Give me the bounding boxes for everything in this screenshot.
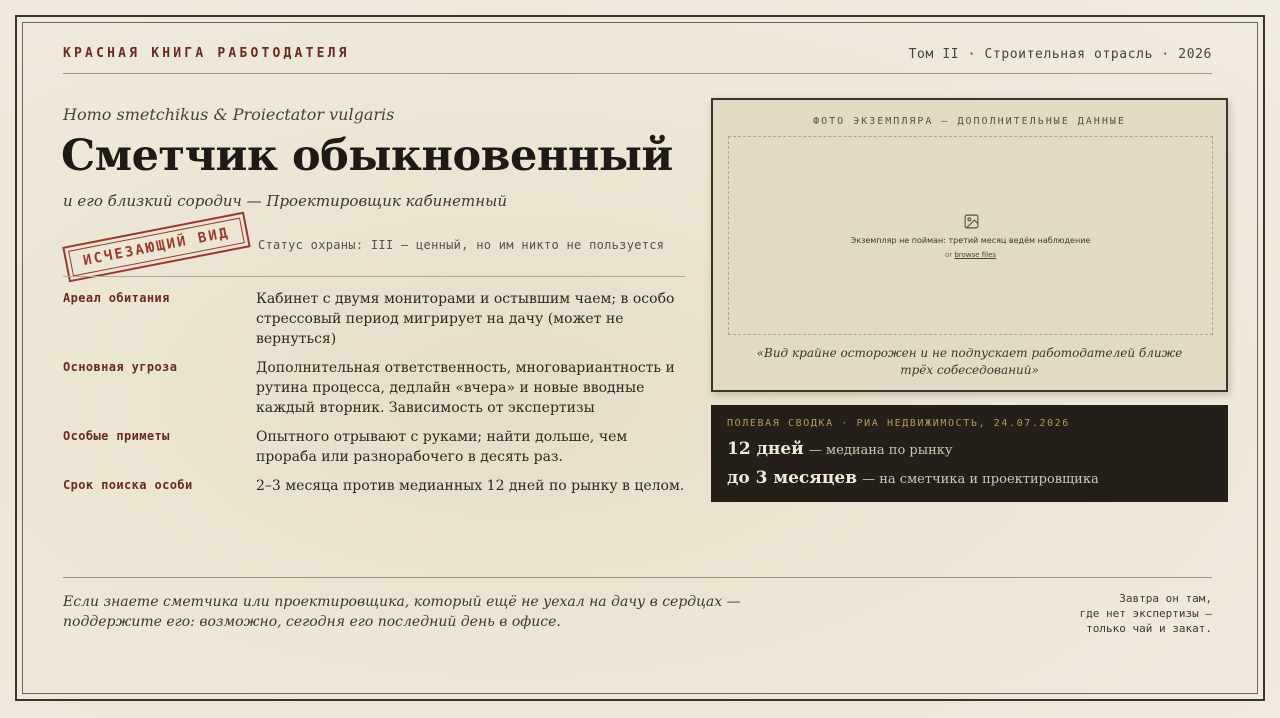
footer-verse-line: где нет экспертизы — bbox=[1079, 607, 1212, 620]
facts-list: Ареал обитания Кабинет с двумя мониторам… bbox=[63, 289, 688, 505]
dropzone-or-line: or browse files bbox=[729, 251, 1212, 259]
fact-text: Кабинет с двумя мониторами и остывшим ча… bbox=[256, 291, 675, 347]
footer-appeal: Если знаете сметчика или проектировщика,… bbox=[63, 594, 741, 630]
fact-label: Ареал обитания bbox=[63, 291, 170, 305]
fact-label: Основная угроза bbox=[63, 360, 178, 374]
footer-divider bbox=[63, 577, 1212, 578]
footer-verse-line: только чай и закат. bbox=[1086, 622, 1212, 635]
specimen-photo-panel: ФОТО ЭКЗЕМПЛЯРА — ДОПОЛНИТЕЛЬНЫЕ ДАННЫЕ … bbox=[711, 98, 1228, 392]
fact-text: Дополнительная ответственность, многовар… bbox=[256, 360, 675, 416]
protection-status: Статус охраны: III — ценный, но им никто… bbox=[258, 238, 665, 252]
footer-verse-line: Завтра он там, bbox=[1119, 592, 1212, 605]
latin-name: Homo smetchikus & Proiectator vulgaris bbox=[63, 105, 395, 124]
field-report-row: до 3 месяцев — на сметчика и проектировщ… bbox=[727, 468, 1099, 488]
page-subtitle: и его близкий сородич — Проектировщик ка… bbox=[63, 192, 508, 210]
field-report-value: до 3 месяцев bbox=[727, 468, 858, 488]
header-divider bbox=[63, 73, 1212, 74]
fact-row: Ареал обитания Кабинет с двумя мониторам… bbox=[63, 289, 688, 349]
browse-files-link[interactable]: browse files bbox=[954, 251, 996, 259]
fact-label: Срок поиска особи bbox=[63, 478, 193, 492]
fact-row: Срок поиска особи 2–3 месяца против меди… bbox=[63, 476, 688, 496]
image-icon bbox=[964, 214, 979, 229]
fact-text: 2–3 месяца против медианных 12 дней по р… bbox=[256, 478, 685, 494]
photo-dropzone[interactable]: Экземпляр не пойман: третий месяц ведём … bbox=[728, 136, 1213, 335]
field-report-value: 12 дней bbox=[727, 439, 804, 459]
field-report-row: 12 дней — медиана по рынку bbox=[727, 439, 953, 459]
footer-verse: Завтра он там, где нет экспертизы — толь… bbox=[1080, 591, 1212, 636]
fact-text: Опытного отрывают с руками; найти дольше… bbox=[256, 429, 628, 465]
field-report-desc: — медиана по рынку bbox=[808, 443, 953, 458]
header-title: КРАСНАЯ КНИГА РАБОТОДАТЕЛЯ bbox=[63, 46, 350, 61]
facts-divider bbox=[63, 276, 685, 277]
dropzone-message: Экземпляр не пойман: третий месяц ведём … bbox=[850, 236, 1091, 245]
field-report-desc: — на сметчика и проектировщика bbox=[862, 472, 1099, 487]
photo-quote: «Вид крайне осторожен и не подпускает ра… bbox=[756, 346, 1183, 377]
header-volume: Том II · Строительная отрасль · 2026 bbox=[908, 47, 1212, 62]
page-title: Сметчик обыкновенный bbox=[61, 131, 673, 181]
fact-label: Особые приметы bbox=[63, 429, 170, 443]
dropzone-or: or bbox=[944, 251, 953, 259]
field-report-panel: ПОЛЕВАЯ СВОДКА · РИА НЕДВИЖИМОСТЬ, 24.07… bbox=[711, 405, 1228, 502]
photo-heading: ФОТО ЭКЗЕМПЛЯРА — ДОПОЛНИТЕЛЬНЫЕ ДАННЫЕ bbox=[813, 116, 1126, 127]
fact-row: Основная угроза Дополнительная ответстве… bbox=[63, 358, 688, 418]
fact-row: Особые приметы Опытного отрывают с рукам… bbox=[63, 427, 688, 467]
field-report-heading: ПОЛЕВАЯ СВОДКА · РИА НЕДВИЖИМОСТЬ, 24.07… bbox=[727, 418, 1070, 429]
